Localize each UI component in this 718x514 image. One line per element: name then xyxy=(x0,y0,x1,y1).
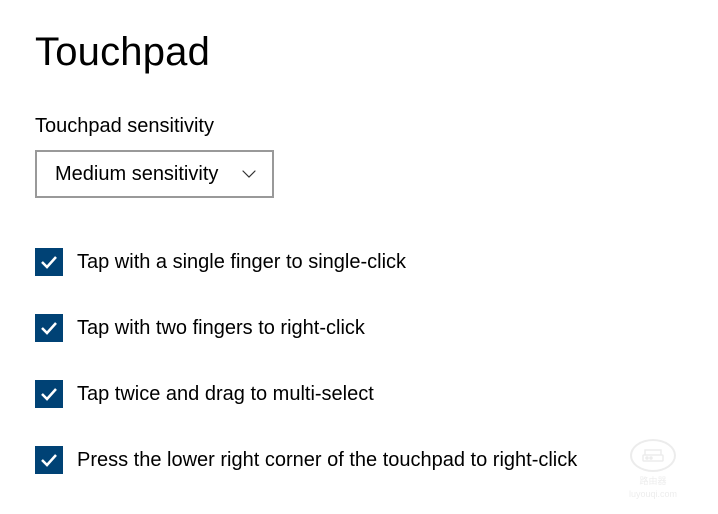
chevron-down-icon xyxy=(242,167,256,181)
checkbox-single-tap[interactable] xyxy=(35,248,63,276)
sensitivity-label: Touchpad sensitivity xyxy=(35,115,683,138)
checkbox-lower-right[interactable] xyxy=(35,446,63,474)
checkbox-label: Tap with a single finger to single-click xyxy=(77,251,406,274)
checkbox-label: Tap twice and drag to multi-select xyxy=(77,383,374,406)
watermark-title: 路由器 xyxy=(639,474,666,487)
checkbox-row-two-finger-tap: Tap with two fingers to right-click xyxy=(35,314,683,342)
sensitivity-selected: Medium sensitivity xyxy=(55,163,218,186)
watermark-subtitle: luyouqi.com xyxy=(629,489,677,499)
checkbox-row-single-tap: Tap with a single finger to single-click xyxy=(35,248,683,276)
checkbox-label: Press the lower right corner of the touc… xyxy=(77,449,577,472)
checkbox-tap-drag[interactable] xyxy=(35,380,63,408)
page-title: Touchpad xyxy=(35,30,683,75)
checkbox-row-tap-drag: Tap twice and drag to multi-select xyxy=(35,380,683,408)
checkbox-two-finger-tap[interactable] xyxy=(35,314,63,342)
checkbox-row-lower-right: Press the lower right corner of the touc… xyxy=(35,446,683,474)
checkbox-label: Tap with two fingers to right-click xyxy=(77,317,365,340)
sensitivity-dropdown[interactable]: Medium sensitivity xyxy=(35,150,274,198)
